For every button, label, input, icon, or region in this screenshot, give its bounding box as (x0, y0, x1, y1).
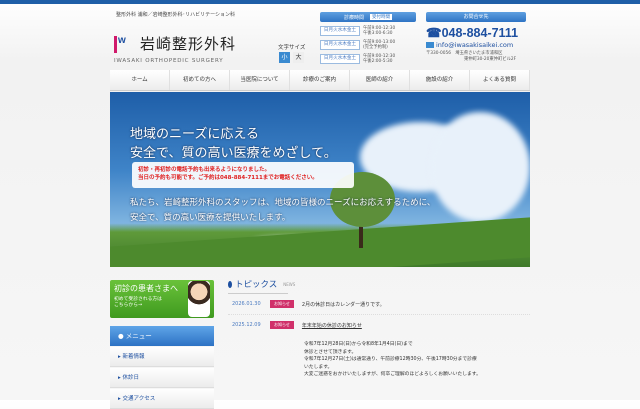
hero-headline: 地域のニーズに応える (130, 127, 259, 142)
nav-treatment[interactable]: 診療のご案内 (290, 70, 350, 90)
hero-banner: 地域のニーズに応える安全で、質の高い医療をめざして。 初診・再初診の電話予約も出… (110, 92, 530, 267)
news-text: 2月の休診日はカレンダー通りです。 (301, 301, 385, 308)
nav-about[interactable]: 当医院について (230, 70, 290, 90)
hours-time: (完全予約制) (363, 44, 388, 50)
menu-item-holidays[interactable]: ▸ 休診日 (110, 368, 214, 388)
topics-section: トピックス NEWS 2026.01.30 お知らせ 2月の休診日はカレンダー通りです… (228, 278, 530, 379)
news-link[interactable]: 年末年始の休診のお知らせ (302, 322, 362, 329)
news-body-line: いたします。 (304, 364, 333, 370)
hours-time: 午前9:00-12:30 (363, 25, 396, 31)
hours-row: 日月火水木金土 午前9:00-13:00 (完全予約制) (320, 39, 416, 50)
tagline: 整形外科 浦和／岩崎整形外科･リハビリテーション科 (116, 12, 235, 18)
nav-first-visit[interactable]: 初めての方へ (170, 70, 230, 90)
nav-doctor[interactable]: 医師の紹介 (350, 70, 410, 90)
nav-facility[interactable]: 施設の紹介 (410, 70, 470, 90)
hours-days: 日月火水木金土 (320, 39, 360, 50)
main-nav: ホーム 初めての方へ 当医院について 診療のご案内 医師の紹介 施設の紹介 よく… (110, 70, 530, 91)
logo-english: IWASAKI ORTHOPEDIC SURGERY (114, 58, 224, 64)
news-body-line: 令和7年12月28日(日)から令和8年1月4日(日)まで (304, 342, 413, 347)
hours-tag: 受付時間 (370, 14, 392, 20)
font-size-small-button[interactable]: 小 (279, 52, 290, 63)
news-date: 2025.12.09 (232, 322, 261, 328)
news-item: 2025.12.09 お知らせ 年末年始の休診のお知らせ 令和7年12月28日(日)… (228, 315, 530, 379)
hours-time: 午前9:00-12:30 (363, 53, 396, 59)
address-line: 東仲町30-20東仲町ビル2F (464, 57, 517, 62)
first-visit-banner[interactable]: 初診の患者さまへ 初めて受診される方は こちらから→ (110, 280, 214, 318)
nav-home[interactable]: ホーム (110, 70, 170, 90)
news-body-line: 大変ご迷惑をおかけいたしますが、何卒ご理解のほどよろしくお願いいたします。 (304, 372, 481, 377)
cloud (430, 112, 530, 222)
menu-heading: ● メニュー (110, 326, 214, 346)
hours-days: 日月火水木金土 (320, 25, 360, 36)
notice-line: 当日の予約も可能です。ご予約は048-884-7111までお電話ください。 (138, 175, 318, 181)
hours-time: 午後3:00-6:30 (363, 30, 393, 36)
nav-faq[interactable]: よくある質問 (470, 70, 530, 90)
news-item: 2026.01.30 お知らせ 2月の休診日はカレンダー通りです。 (228, 294, 530, 315)
menu-item-access[interactable]: ▸ 交通アクセス (110, 389, 214, 409)
hero-subtext: 安全で、質の高い医療を提供いたします。 (130, 213, 291, 223)
contact-title: お問合せ先 (426, 12, 526, 22)
logo[interactable]: w 岩崎整形外科 (114, 33, 236, 54)
contact-panel: お問合せ先 ☎048-884-7111 info@iwasakisaikei.c… (426, 12, 526, 63)
email-link[interactable]: info@iwasakisaikei.com (436, 41, 513, 49)
news-date: 2026.01.30 (232, 301, 261, 307)
hours-row: 日月火水木金土 午前9:00-12:30 午後3:00-6:30 (320, 25, 416, 36)
hours-time: 午後2:00-5:30 (363, 58, 393, 64)
phone-notice: 初診・再初診の電話予約も出来るようになりました。当日の予約も可能です。ご予約は0… (132, 162, 354, 188)
news-body-line: 休診とさせて頂きます。 (304, 349, 357, 355)
mail-icon (426, 42, 434, 48)
font-size-large-button[interactable]: 大 (293, 52, 304, 63)
hero-subtext: 私たち、岩崎整形外科のスタッフは、地域の皆様のニーズにお応えするために、 (130, 198, 436, 208)
logo-mark-icon: w (114, 34, 136, 54)
hours-days: 日月火水木金土 (320, 53, 360, 64)
phone-number[interactable]: ☎048-884-7111 (426, 25, 526, 40)
news-body-line: 令和7年12月27日(土)は通常通り、午前診療12時30分、午後17時30分まで… (304, 357, 477, 362)
news-badge: お知らせ (270, 300, 294, 308)
news-badge: お知らせ (270, 321, 294, 329)
topics-title: トピックス (235, 280, 278, 290)
font-size-label: 文字サイズ (278, 45, 306, 51)
hours-row: 日月火水木金土 午前9:00-12:30 午後2:00-5:30 (320, 53, 416, 64)
hours-time: 午前9:00-13:00 (363, 39, 396, 45)
staff-photo (188, 281, 210, 317)
sidebar: 初診の患者さまへ 初めて受診される方は こちらから→ ● メニュー ▸ 新着情報 … (110, 280, 214, 409)
logo-name: 岩崎整形外科 (140, 35, 237, 53)
hours-title: 診療時間 (343, 14, 364, 21)
topics-en: NEWS (283, 281, 296, 287)
circle-icon (228, 280, 232, 288)
hours-panel: 診療時間 受付時間 日月火水木金土 午前9:00-12:30 午後3:00-6:30 … (320, 12, 416, 64)
menu-item-news[interactable]: ▸ 新着情報 (110, 347, 214, 367)
notice-line: 初診・再初診の電話予約も出来るようになりました。 (138, 167, 271, 173)
hero-headline: 安全で、質の高い医療をめざして。 (130, 146, 337, 161)
